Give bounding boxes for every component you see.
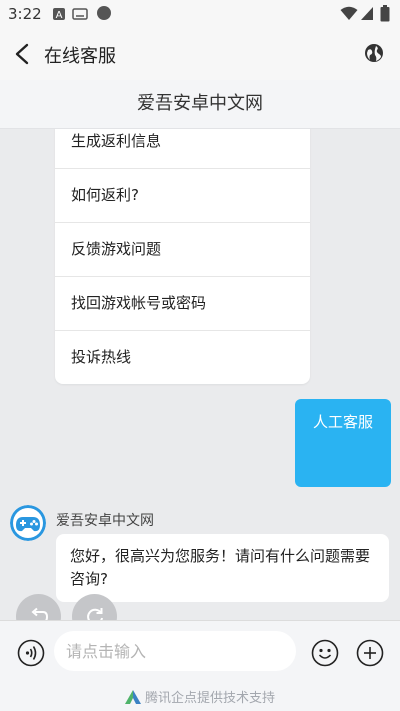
footer-text: 腾讯企点提供技术支持 bbox=[144, 691, 275, 706]
message-input[interactable] bbox=[54, 631, 296, 671]
footer: 腾讯企点提供技术支持 bbox=[0, 682, 400, 711]
user-message-bubble: 人工客服 bbox=[295, 399, 391, 487]
chat-header: 爱吾安卓中文网 bbox=[0, 80, 400, 129]
keyboard-icon bbox=[72, 6, 88, 25]
a-notification-icon: A bbox=[52, 6, 66, 25]
quick-menu-item-how-rebate[interactable]: 如何返利? bbox=[55, 169, 310, 223]
chevron-left-icon bbox=[15, 43, 29, 65]
page-title: 在线客服 bbox=[44, 46, 116, 67]
status-time: 3:22 bbox=[8, 5, 42, 23]
wifi-icon bbox=[340, 6, 358, 25]
status-bar: 3:22 A bbox=[0, 0, 400, 28]
quick-menu-item-recover-account[interactable]: 找回游戏帐号或密码 bbox=[55, 277, 310, 331]
battery-icon bbox=[380, 5, 390, 26]
qidian-logo-icon bbox=[124, 689, 141, 704]
bot-message-bubble: 您好，很高兴为您服务！请问有什么问题需要咨询? bbox=[56, 534, 389, 602]
app-bar: 在线客服 bbox=[0, 28, 400, 80]
quick-menu-card: 生成返利信息 如何返利? 反馈游戏问题 找回游戏帐号或密码 投诉热线 bbox=[55, 129, 310, 384]
undo-icon bbox=[30, 607, 48, 620]
svg-text:A: A bbox=[56, 10, 63, 21]
more-button[interactable] bbox=[356, 639, 384, 671]
globe-button[interactable] bbox=[364, 43, 384, 67]
quick-menu-item-complaint[interactable]: 投诉热线 bbox=[55, 331, 310, 384]
chat-area[interactable]: 生成返利信息 如何返利? 反馈游戏问题 找回游戏帐号或密码 投诉热线 人工客服 … bbox=[0, 129, 400, 620]
input-bar bbox=[0, 620, 400, 683]
bot-avatar bbox=[10, 505, 46, 541]
voice-button[interactable] bbox=[17, 639, 45, 671]
emoji-icon bbox=[311, 639, 339, 667]
refresh-icon bbox=[86, 607, 103, 620]
plus-icon bbox=[356, 639, 384, 667]
undo-button[interactable] bbox=[16, 594, 61, 620]
quick-menu-item-feedback[interactable]: 反馈游戏问题 bbox=[55, 223, 310, 277]
dot-icon bbox=[96, 5, 112, 25]
globe-icon bbox=[365, 44, 383, 62]
voice-icon bbox=[17, 639, 45, 667]
back-button[interactable] bbox=[12, 42, 34, 70]
signal-icon bbox=[360, 6, 374, 25]
quick-menu-item-rebate-info[interactable]: 生成返利信息 bbox=[55, 129, 310, 169]
emoji-button[interactable] bbox=[311, 639, 339, 671]
bot-name: 爱吾安卓中文网 bbox=[56, 513, 154, 529]
